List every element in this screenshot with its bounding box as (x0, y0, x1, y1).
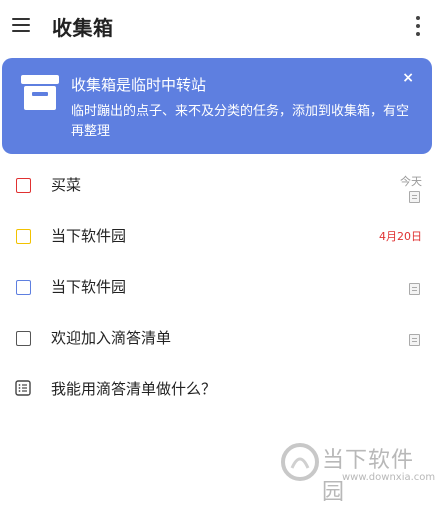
task-row[interactable]: 我能用滴答清单做什么？ (0, 365, 436, 415)
banner-title: 收集箱是临时中转站 (71, 76, 207, 94)
inbox-tray-icon (21, 75, 59, 110)
page-title: 收集箱 (52, 16, 114, 40)
task-title: 当下软件园 (51, 278, 127, 296)
app-bar: 收集箱 (0, 0, 436, 52)
task-checkbox[interactable] (16, 280, 31, 295)
task-date: 4月20日 (379, 230, 422, 243)
task-title: 欢迎加入滴答清单 (51, 329, 172, 347)
task-title: 当下软件园 (51, 227, 127, 245)
task-row[interactable]: 当下软件园 (0, 263, 436, 313)
task-checkbox[interactable] (16, 229, 31, 244)
inbox-info-banner: 收集箱是临时中转站 临时蹦出的点子、来不及分类的任务，添加到收集箱，有空再整理 … (2, 58, 432, 154)
watermark-logo-icon (281, 443, 319, 481)
task-row[interactable]: 欢迎加入滴答清单 (0, 314, 436, 364)
note-icon (409, 283, 420, 295)
hamburger-menu-icon[interactable] (12, 14, 34, 36)
close-icon[interactable]: × (402, 70, 414, 86)
task-title: 买菜 (51, 176, 82, 194)
note-icon (409, 334, 420, 346)
task-title: 我能用滴答清单做什么？ (51, 380, 217, 398)
task-date: 今天 (400, 175, 422, 188)
task-row[interactable]: 当下软件园 4月20日 (0, 212, 436, 262)
more-vertical-icon[interactable] (414, 16, 422, 36)
note-icon (409, 191, 420, 203)
task-row[interactable]: 买菜 今天 (0, 161, 436, 211)
banner-description: 临时蹦出的点子、来不及分类的任务，添加到收集箱，有空再整理 (71, 104, 410, 139)
document-list-icon (15, 380, 31, 396)
task-checkbox[interactable] (16, 331, 31, 346)
watermark-url: www.downxia.com (342, 472, 436, 483)
task-checkbox[interactable] (16, 178, 31, 193)
watermark: 当下软件园 www.downxia.com (280, 438, 435, 505)
